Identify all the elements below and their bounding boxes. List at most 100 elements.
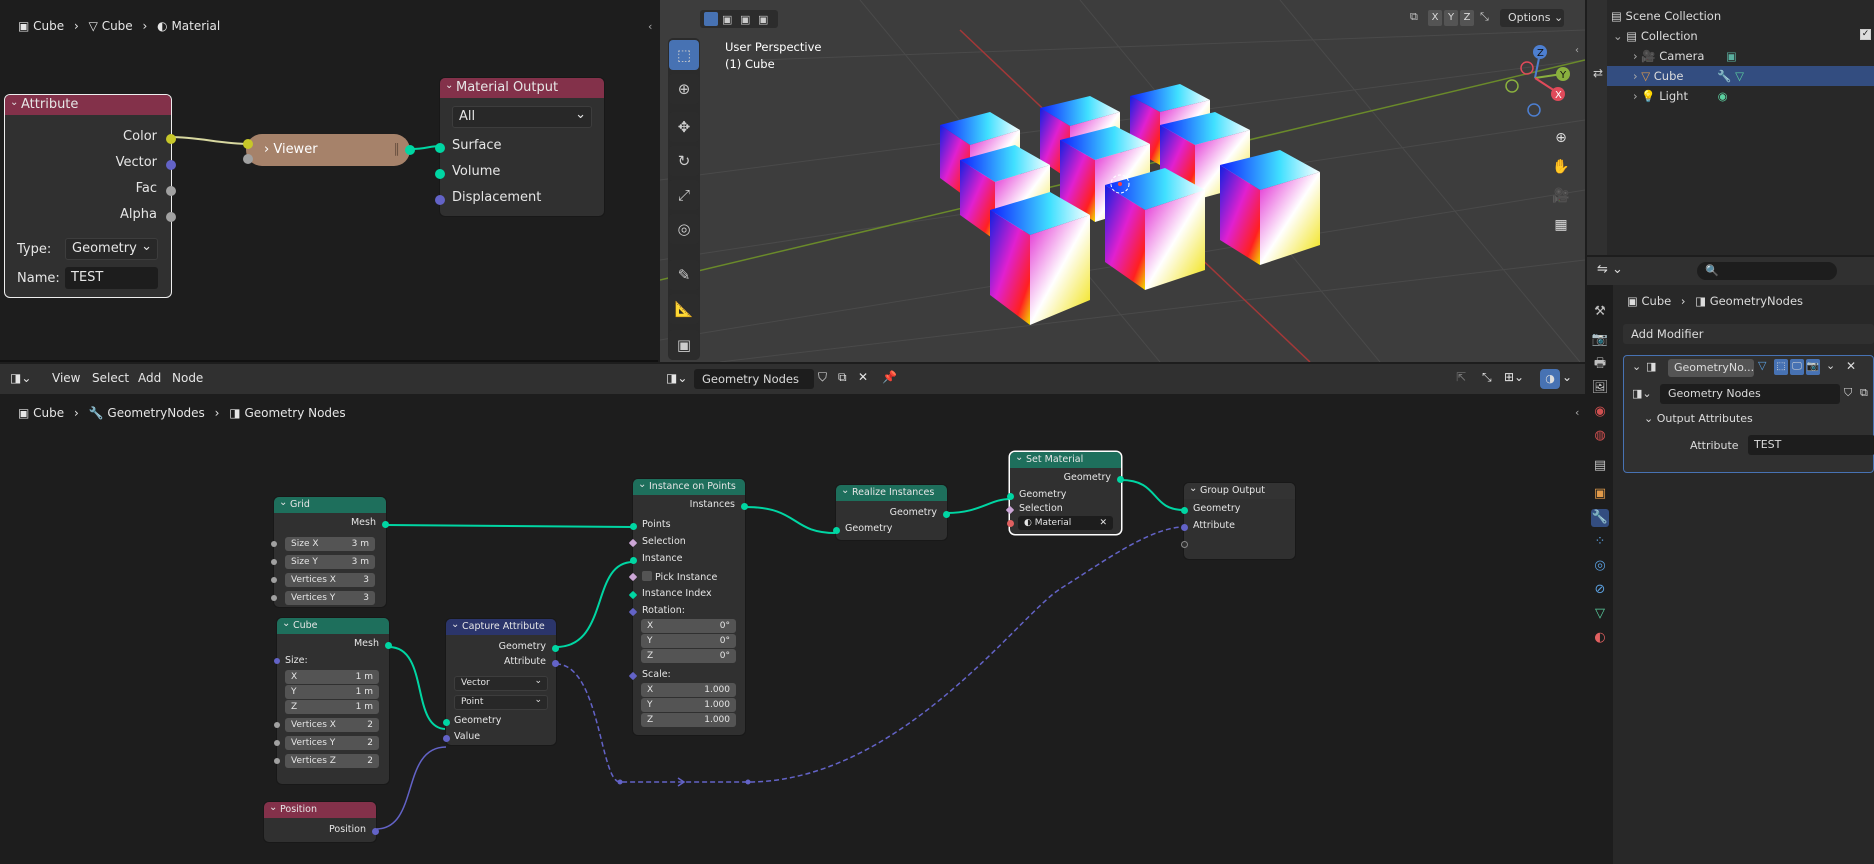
mirror-icon[interactable]: ⧉: [1410, 10, 1418, 24]
light-data-icon[interactable]: ◉: [1718, 89, 1728, 103]
expand-arrow-icon[interactable]: ‹: [1575, 45, 1579, 56]
node-group-field[interactable]: Geometry Nodes: [1660, 384, 1840, 404]
properties-editor[interactable]: ⇋ ⌄ 🔍 ⚒ 📷 🖶 🖼 ◉ ◍ ▤ ▣ 🔧 ⁘ ◎ ⊘ ▽ ◐ ▣ Cube…: [1587, 257, 1874, 864]
render-display-icon[interactable]: 📷: [1806, 359, 1820, 375]
outliner-row-camera[interactable]: › 🎥 Camera ▣: [1633, 49, 1737, 63]
name-input[interactable]: TEST: [65, 267, 158, 289]
chevron-right-icon[interactable]: ›: [1633, 89, 1638, 103]
socket-geometry-out[interactable]: [552, 645, 559, 652]
select-extend-icon[interactable]: ▣: [722, 13, 732, 26]
size-x-field[interactable]: Size X3 m: [285, 537, 375, 551]
chevron-right-icon[interactable]: ›: [1633, 49, 1638, 63]
socket-geometry-out[interactable]: [1117, 476, 1124, 483]
vertices-y-field[interactable]: Vertices Y2: [285, 736, 379, 750]
world-icon[interactable]: ◍: [1591, 427, 1609, 445]
socket-geometry-out[interactable]: [943, 511, 950, 518]
add-modifier-button[interactable]: Add Modifier: [1623, 324, 1874, 344]
move-icon[interactable]: ✥: [669, 112, 699, 142]
annotate-icon[interactable]: ✎: [669, 260, 699, 290]
socket-geometry-in[interactable]: [1007, 493, 1014, 500]
size-y-field[interactable]: Y1 m: [285, 685, 379, 699]
attribute-node[interactable]: Attribute Color Vector Fac Alpha Type: G…: [5, 93, 176, 297]
ortho-grid-icon[interactable]: ▦: [1548, 212, 1574, 238]
type-dropdown[interactable]: Geometry: [65, 237, 158, 260]
vertices-y-field[interactable]: Vertices Y3: [285, 591, 375, 605]
scale-icon[interactable]: ⤢: [669, 180, 699, 210]
render-icon[interactable]: 📷: [1591, 331, 1609, 349]
material-icon[interactable]: ◐: [1591, 629, 1609, 647]
shader-editor[interactable]: ▣ Cube › ▽ Cube › ◐ Material ‹ Attribute…: [0, 0, 658, 362]
socket-attribute-out[interactable]: [552, 660, 559, 667]
vertices-z-field[interactable]: Vertices Z2: [285, 754, 379, 768]
add-cube-icon[interactable]: ▣: [669, 330, 699, 360]
close-icon[interactable]: ✕: [1846, 359, 1856, 373]
socket-geometry-in[interactable]: [1181, 507, 1188, 514]
node-group-browse-icon[interactable]: ◨⌄: [1632, 387, 1652, 400]
material-field[interactable]: ◐ Material ✕: [1018, 516, 1113, 530]
collection-icon[interactable]: ▤: [1591, 457, 1609, 475]
attribute-name-input[interactable]: TEST: [1748, 435, 1874, 455]
3d-viewport[interactable]: ▣ ▣ ▣ User Perspective (1) Cube ⧉ X Y Z …: [660, 0, 1585, 362]
select-invert-icon[interactable]: ▣: [758, 13, 768, 26]
duplicate-icon[interactable]: ⧉: [1860, 386, 1868, 400]
set-material-node[interactable]: Set Material Geometry Geometry Selection…: [1005, 450, 1124, 534]
socket-in[interactable]: [271, 577, 277, 583]
pan-hand-icon[interactable]: ✋: [1548, 154, 1574, 180]
viewer-socket-out[interactable]: [405, 145, 415, 155]
transform-icon[interactable]: ◎: [669, 214, 699, 244]
outliner-row-scene-collection[interactable]: ▤ Scene Collection: [1611, 9, 1721, 23]
modifier-wrench-icon[interactable]: 🔧: [1717, 69, 1731, 83]
mesh-data-icon[interactable]: ▽: [1735, 69, 1744, 83]
position-node[interactable]: Position Position: [264, 800, 379, 842]
tool-icon[interactable]: ⚒: [1591, 303, 1609, 321]
chevron-down-icon[interactable]: ⌄: [1613, 29, 1623, 43]
outliner-row-light[interactable]: › 💡 Light ◉: [1633, 89, 1728, 103]
size-x-field[interactable]: X1 m: [285, 670, 379, 684]
attribute-node-header[interactable]: Attribute: [5, 93, 171, 115]
viewer-node[interactable]: › Viewer ∥: [246, 134, 410, 166]
rotation-y-field[interactable]: Y 0°: [641, 634, 736, 648]
physics-icon[interactable]: ◎: [1591, 557, 1609, 575]
edit-mode-icon[interactable]: ▽: [1758, 359, 1766, 372]
grid-node[interactable]: Grid Mesh Size X3 m Size Y3 m Vertices X…: [271, 495, 389, 607]
socket-alpha[interactable]: [166, 212, 176, 222]
select-new-icon[interactable]: [704, 12, 718, 26]
search-input[interactable]: 🔍: [1697, 262, 1837, 280]
camera-data-icon[interactable]: ▣: [1726, 49, 1737, 63]
scale-z-field[interactable]: Z 1.000: [641, 713, 736, 727]
output-icon[interactable]: 🖶: [1591, 355, 1609, 373]
viewer-socket-in-2[interactable]: [243, 154, 253, 164]
viewport-display-icon[interactable]: 🖵: [1790, 359, 1804, 375]
measure-icon[interactable]: 📐: [669, 294, 699, 324]
viewer-socket-in[interactable]: [243, 139, 253, 149]
rotation-x-field[interactable]: X 0°: [641, 619, 736, 633]
outliner-row-cube-label[interactable]: › ▽ Cube 🔧 ▽: [1633, 69, 1744, 83]
socket-geometry-in[interactable]: [833, 527, 840, 534]
chevron-right-icon[interactable]: ›: [1633, 69, 1638, 83]
navigation-gizmo[interactable]: Z Y X: [1490, 38, 1570, 118]
vertices-x-field[interactable]: Vertices X2: [285, 718, 379, 732]
socket-volume[interactable]: [435, 169, 445, 179]
snap-icon[interactable]: ⤡: [1480, 10, 1489, 24]
realize-instances-node[interactable]: Realize Instances Geometry Geometry: [833, 483, 950, 540]
outliner[interactable]: ⇄ ▤ Scene Collection ⌄ ▤ Collection ✓ › 🎥…: [1587, 0, 1874, 255]
pick-instance-checkbox[interactable]: Pick Instance: [642, 571, 717, 583]
socket-in[interactable]: [274, 758, 280, 764]
target-dropdown[interactable]: All: [452, 105, 592, 128]
socket-position[interactable]: [372, 828, 379, 835]
camera-view-icon[interactable]: 🎥: [1548, 183, 1574, 209]
scale-y-field[interactable]: Y 1.000: [641, 698, 736, 712]
select-subtract-icon[interactable]: ▣: [740, 13, 750, 26]
instance-on-points-node[interactable]: Instance on Points Instances Points Sele…: [628, 477, 748, 735]
socket-in[interactable]: [274, 740, 280, 746]
socket-instances-out[interactable]: [741, 503, 748, 510]
particles-icon[interactable]: ⁘: [1591, 533, 1609, 551]
group-output-node[interactable]: Group Output Geometry Attribute: [1181, 481, 1295, 559]
outliner-row-collection[interactable]: ⌄ ▤ Collection ✓: [1613, 29, 1871, 43]
cube-node[interactable]: Cube Mesh Size: X1 m Y1 m Z1 m Vertices …: [274, 616, 392, 784]
editor-type-icon[interactable]: ⇋ ⌄: [1597, 262, 1623, 277]
socket-color[interactable]: [166, 134, 176, 144]
output-attributes-panel-header[interactable]: ⌄ Output Attributes: [1644, 412, 1753, 425]
size-y-field[interactable]: Size Y3 m: [285, 555, 375, 569]
mirror-z-button[interactable]: Z: [1460, 10, 1474, 26]
